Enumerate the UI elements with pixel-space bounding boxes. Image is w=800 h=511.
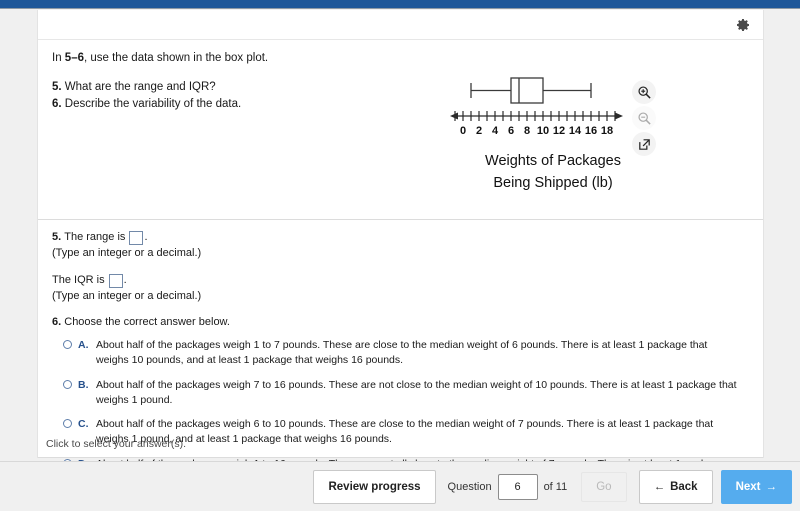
radio-b[interactable] — [63, 379, 72, 389]
svg-text:16: 16 — [585, 125, 597, 137]
app-top-bar — [0, 0, 800, 9]
gear-icon[interactable] — [735, 17, 751, 33]
choice-option-b[interactable]: B. About half of the packages weigh 7 to… — [52, 378, 749, 408]
range-hint: (Type an integer or a decimal.) — [52, 247, 202, 260]
choice-letter-b: B. — [78, 378, 89, 391]
question-body: In 5–6, use the data shown in the box pl… — [38, 40, 763, 219]
intro-suffix: , use the data shown in the box plot. — [83, 52, 269, 64]
zoom-in-icon[interactable] — [632, 80, 656, 104]
boxplot-figure: 0 2 4 6 8 10 12 14 16 18 Weights of Pack… — [448, 72, 658, 193]
svg-text:2: 2 — [476, 125, 482, 137]
figure-tools — [632, 80, 662, 158]
svg-text:6: 6 — [508, 125, 514, 137]
choose-prompt: 6. Choose the correct answer below. — [52, 316, 749, 328]
iqr-prefix: The IQR is — [52, 274, 105, 287]
question-label: Question — [447, 480, 492, 493]
bottom-toolbar: Review progress Question of 11 Go ← Back… — [0, 461, 800, 511]
back-arrow-icon: ← — [653, 480, 666, 493]
choice-letter-a: A. — [78, 339, 89, 352]
next-button[interactable]: Next → — [720, 469, 792, 504]
question-navigator: Question of 11 Go — [447, 471, 627, 502]
item6-text: Describe the variability of the data. — [64, 97, 242, 110]
back-label: Back — [670, 480, 698, 493]
svg-text:4: 4 — [492, 125, 499, 137]
choice-letter-c: C. — [78, 418, 89, 431]
svg-text:18: 18 — [601, 125, 613, 137]
iqr-suffix: . — [123, 274, 127, 287]
choice-text-a: About half of the packages weigh 1 to 7 … — [96, 339, 708, 367]
next-arrow-icon: → — [765, 480, 778, 493]
range-number: 5. — [52, 231, 62, 244]
section-divider-bottom — [38, 457, 763, 458]
figure-caption-line2: Being Shipped (lb) — [493, 174, 613, 191]
iqr-input[interactable] — [108, 273, 123, 288]
boxplot-svg: 0 2 4 6 8 10 12 14 16 18 — [450, 77, 623, 137]
svg-text:14: 14 — [569, 125, 582, 137]
intro-prefix: In — [52, 52, 65, 64]
range-prefix: The range is — [64, 231, 126, 244]
exercise-window: In 5–6, use the data shown in the box pl… — [0, 0, 800, 511]
svg-text:10: 10 — [537, 125, 549, 137]
item6-number: 6. — [52, 97, 62, 110]
iqr-answer-line: The IQR is . — [52, 272, 749, 289]
panel-footer: Click to select your answer(s). — [38, 438, 763, 458]
next-label: Next — [735, 480, 761, 493]
back-button[interactable]: ← Back — [638, 469, 713, 504]
question-panel: In 5–6, use the data shown in the box pl… — [37, 10, 764, 485]
item5-number: 5. — [52, 80, 62, 93]
item5-text: What are the range and IQR? — [64, 80, 216, 93]
review-progress-button[interactable]: Review progress — [313, 469, 436, 504]
range-suffix: . — [144, 231, 148, 244]
intro-range: 5–6 — [64, 52, 84, 64]
range-answer-line: 5. The range is . — [52, 229, 749, 246]
popout-icon[interactable] — [632, 132, 656, 156]
radio-a[interactable] — [63, 340, 72, 350]
figure-caption-line1: Weights of Packages — [485, 153, 621, 169]
svg-text:12: 12 — [553, 125, 565, 137]
panel-header — [38, 10, 763, 40]
question-total-label: of 11 — [543, 480, 568, 493]
choose-number: 6. — [52, 316, 62, 329]
choice-option-a[interactable]: A. About half of the packages weigh 1 to… — [52, 338, 749, 368]
choose-text: Choose the correct answer below. — [64, 316, 230, 329]
zoom-out-icon[interactable] — [632, 106, 656, 130]
question-intro: In 5–6, use the data shown in the box pl… — [52, 50, 749, 67]
select-answer-note: Click to select your answer(s). — [46, 438, 187, 450]
go-button[interactable]: Go — [581, 471, 627, 502]
radio-c[interactable] — [63, 419, 72, 429]
iqr-hint: (Type an integer or a decimal.) — [52, 290, 202, 303]
svg-text:8: 8 — [524, 125, 530, 137]
choice-text-b: About half of the packages weigh 7 to 16… — [96, 378, 737, 406]
svg-text:0: 0 — [460, 125, 466, 137]
range-input[interactable] — [129, 230, 144, 245]
question-number-input[interactable] — [497, 473, 538, 500]
